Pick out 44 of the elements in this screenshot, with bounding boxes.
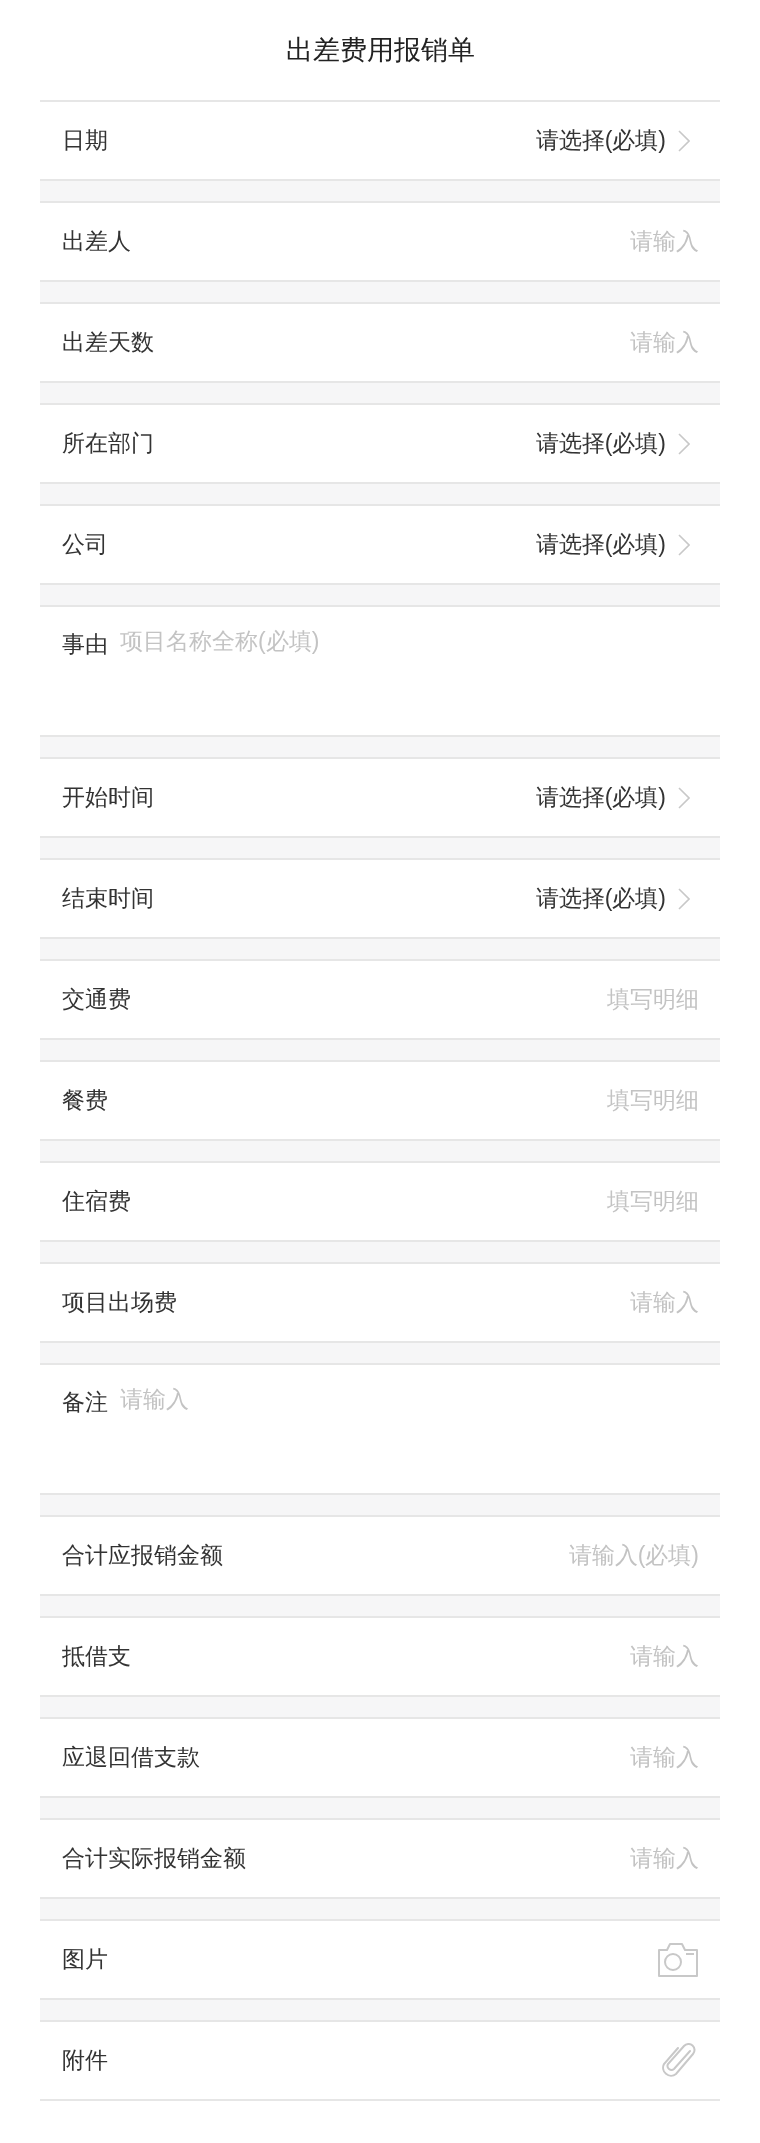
input-field[interactable]: 请输入 — [339, 325, 699, 360]
text-area[interactable]: 项目名称全称(必填) — [120, 625, 698, 705]
input-field[interactable]: 请输入 — [339, 1841, 699, 1876]
field-label: 项目出场费 — [62, 1288, 177, 1318]
field-label: 附件 — [62, 2046, 108, 2076]
input-field[interactable]: 请输入(必填) — [339, 1538, 699, 1573]
select-field[interactable]: 请选择(必填) — [535, 123, 690, 158]
input-field[interactable]: 填写明细 — [339, 1083, 699, 1118]
chevron-right-icon — [678, 887, 690, 910]
field-label: 结束时间 — [62, 884, 154, 914]
input-field[interactable]: 请输入 — [339, 1639, 699, 1674]
input-field[interactable]: 填写明细 — [339, 1184, 699, 1219]
field-label: 事由 — [62, 630, 108, 659]
select-field[interactable]: 请选择(必填) — [535, 527, 690, 562]
input-field[interactable]: 请输入 — [339, 224, 699, 259]
select-field[interactable]: 请选择(必填) — [535, 426, 690, 461]
chevron-right-icon — [678, 129, 690, 152]
field-label: 日期 — [62, 126, 108, 156]
field-label: 出差人 — [62, 227, 131, 257]
field-label: 图片 — [62, 1945, 108, 1975]
select-field[interactable]: 请选择(必填) — [535, 780, 690, 815]
field-label: 公司 — [62, 530, 108, 560]
paperclip-icon[interactable] — [662, 2042, 696, 2079]
field-label: 出差天数 — [62, 328, 154, 358]
field-label: 备注 — [62, 1388, 108, 1417]
field-label: 交通费 — [62, 985, 131, 1015]
text-area[interactable]: 请输入 — [120, 1383, 698, 1463]
camera-icon[interactable] — [657, 1941, 699, 1978]
input-field[interactable]: 请输入 — [339, 1285, 699, 1320]
select-field[interactable]: 请选择(必填) — [535, 881, 690, 916]
input-field[interactable]: 请输入 — [339, 1740, 699, 1775]
field-label: 合计应报销金额 — [62, 1541, 223, 1571]
field-label: 所在部门 — [62, 429, 154, 459]
chevron-right-icon — [678, 786, 690, 809]
chevron-right-icon — [678, 432, 690, 455]
field-label: 合计实际报销金额 — [62, 1844, 246, 1874]
field-label: 抵借支 — [62, 1642, 131, 1672]
chevron-right-icon — [678, 533, 690, 556]
field-label: 住宿费 — [62, 1187, 131, 1217]
field-label: 应退回借支款 — [62, 1743, 200, 1773]
input-field[interactable]: 填写明细 — [339, 982, 699, 1017]
field-label: 餐费 — [62, 1086, 108, 1116]
field-label: 开始时间 — [62, 783, 154, 813]
form-title: 出差费用报销单 — [285, 33, 475, 67]
